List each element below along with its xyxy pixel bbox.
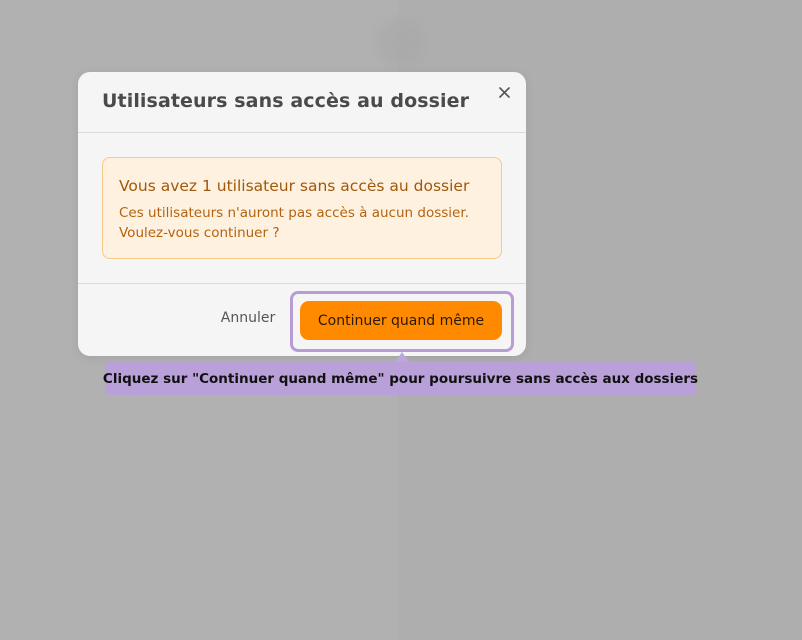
users-without-folder-access-dialog: Utilisateurs sans accès au dossier Vous … <box>78 72 526 356</box>
dialog-header: Utilisateurs sans accès au dossier <box>78 72 526 133</box>
continue-anyway-button[interactable]: Continuer quand même <box>300 301 502 340</box>
dialog-body: Vous avez 1 utilisateur sans accès au do… <box>78 133 526 283</box>
guide-tooltip: Cliquez sur "Continuer quand même" pour … <box>103 362 698 395</box>
cancel-button[interactable]: Annuler <box>208 310 288 330</box>
background-blur-shape <box>376 18 426 68</box>
warning-alert: Vous avez 1 utilisateur sans accès au do… <box>102 157 502 259</box>
tooltip-arrow <box>395 352 409 362</box>
warning-title: Vous avez 1 utilisateur sans accès au do… <box>119 177 470 195</box>
dialog-title: Utilisateurs sans accès au dossier <box>102 90 470 112</box>
close-icon <box>498 86 510 98</box>
close-button[interactable] <box>494 82 514 102</box>
warning-message: Ces utilisateurs n'auront pas accès à au… <box>119 205 469 241</box>
dialog-footer: Annuler Continuer quand même <box>78 283 526 356</box>
